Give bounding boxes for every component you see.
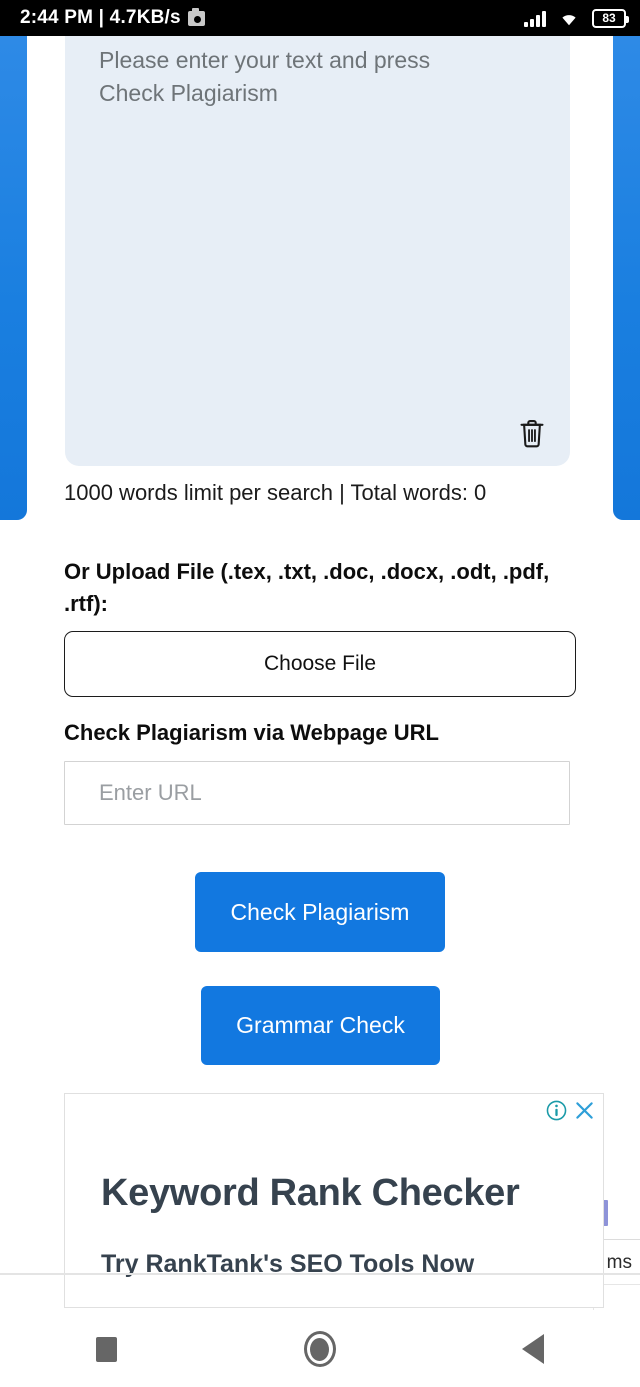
adchoices-controls — [546, 1100, 595, 1126]
circle-home-icon — [303, 1331, 336, 1367]
decorative-blue-strip-left — [0, 36, 27, 520]
triangle-back-icon — [522, 1334, 545, 1364]
back-button[interactable] — [478, 1316, 588, 1382]
battery-icon: 83 — [592, 8, 629, 28]
status-bar-right: 83 — [524, 8, 629, 28]
status-bar-clock: 2:44 PM | 4.7KB/s — [20, 7, 181, 28]
check-plagiarism-label: Check Plagiarism — [230, 898, 410, 925]
choose-file-button[interactable]: Choose File — [64, 631, 576, 697]
home-button[interactable] — [265, 1316, 375, 1382]
cellular-signal-icon — [524, 9, 546, 27]
word-limit-status: 1000 words limit per search | Total word… — [64, 480, 487, 505]
trash-icon — [517, 418, 547, 455]
upload-file-label: Or Upload File (.tex, .txt, .doc, .docx,… — [64, 559, 550, 616]
clear-text-button[interactable] — [512, 416, 552, 456]
text-input-placeholder: Please enter your text and press Check P… — [99, 47, 431, 106]
wifi-icon — [557, 9, 581, 27]
adchoices-info-icon[interactable] — [546, 1100, 567, 1126]
grammar-check-label: Grammar Check — [236, 1012, 405, 1038]
grammar-check-button[interactable]: Grammar Check — [201, 986, 440, 1065]
url-input[interactable] — [64, 761, 570, 825]
battery-level-label: 83 — [602, 11, 616, 25]
phone-screen: 2:44 PM | 4.7KB/s 83 Please enter your t… — [0, 0, 640, 1387]
content-nav-separator — [0, 1273, 640, 1275]
decorative-blue-strip-right — [613, 36, 640, 520]
choose-file-label: Choose File — [263, 652, 377, 675]
status-bar-left: 2:44 PM | 4.7KB/s — [20, 7, 205, 29]
recents-button[interactable] — [52, 1316, 162, 1382]
check-plagiarism-button[interactable]: Check Plagiarism — [195, 872, 445, 952]
advertisement-banner[interactable]: Keyword Rank Checker Try RankTank's SEO … — [64, 1093, 604, 1308]
url-section-heading: Check Plagiarism via Webpage URL — [64, 720, 439, 745]
status-bar: 2:44 PM | 4.7KB/s 83 — [0, 0, 640, 36]
browser-content: Please enter your text and press Check P… — [0, 36, 640, 1310]
ad-headline: Keyword Rank Checker — [101, 1172, 520, 1214]
square-recents-icon — [96, 1336, 118, 1362]
plagiarism-text-input[interactable]: Please enter your text and press Check P… — [65, 36, 570, 466]
close-icon[interactable] — [574, 1100, 595, 1126]
background-partial-text: ms — [606, 1252, 632, 1273]
camera-icon — [187, 7, 205, 26]
android-navigation-bar — [0, 1311, 640, 1387]
